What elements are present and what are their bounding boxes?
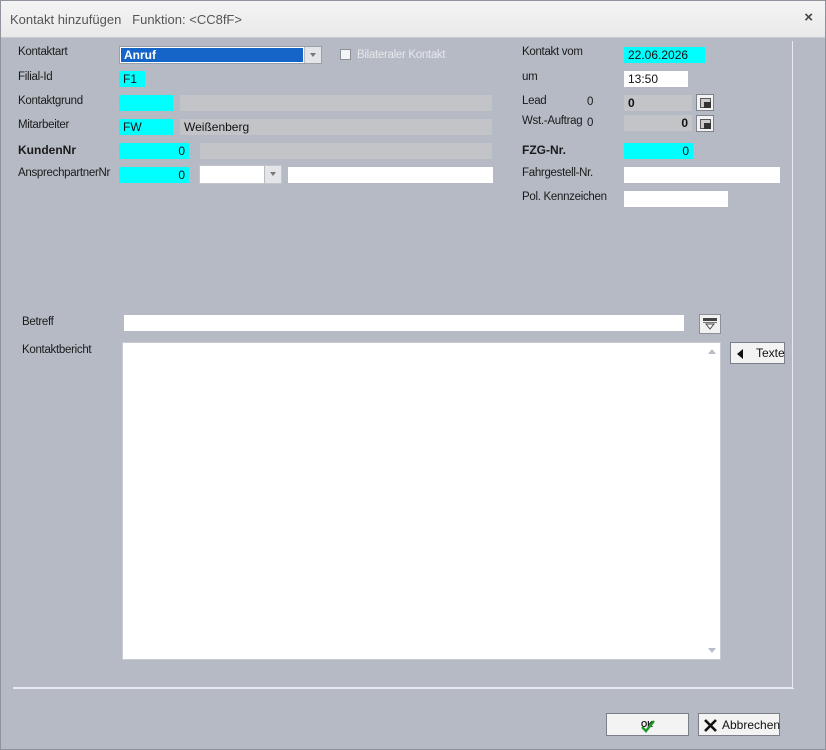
filial-field[interactable]: F1	[119, 71, 145, 87]
scroll-up-icon[interactable]	[708, 349, 716, 354]
betreff-field[interactable]	[124, 315, 684, 331]
lead-number: 0	[587, 96, 594, 108]
texte-button[interactable]: Texte	[730, 342, 785, 364]
kennzeichen-field[interactable]	[624, 191, 728, 207]
filial-label: Filial-Id	[18, 71, 53, 83]
um-label: um	[522, 71, 538, 83]
fahrgestell-field[interactable]	[624, 167, 780, 183]
scroll-down-icon[interactable]	[708, 648, 716, 653]
fzg-field[interactable]: 0	[624, 143, 693, 159]
kontakt-vom-label: Kontakt vom	[522, 46, 583, 58]
arrow-left-icon	[737, 349, 743, 359]
mitarbeiter-label: Mitarbeiter	[18, 119, 70, 131]
kontaktgrund-label: Kontaktgrund	[18, 95, 83, 107]
kontaktgrund-code-field[interactable]	[119, 95, 173, 111]
kundennr-name-field	[200, 143, 492, 159]
cancel-button-label: Abbrechen	[722, 717, 781, 732]
window-title: Kontakt hinzufügen Funktion: <CC8fF>	[10, 12, 242, 27]
kontaktbericht-textarea[interactable]	[122, 342, 721, 660]
fahrgestell-label: Fahrgestell-Nr.	[522, 167, 593, 179]
ansprechpartner-text-field[interactable]	[288, 167, 493, 183]
chevron-down-icon[interactable]	[304, 47, 321, 63]
footer-separator	[13, 688, 794, 689]
wst-auftrag-number: 0	[587, 117, 594, 129]
close-icon[interactable]: ×	[804, 9, 813, 26]
betreff-label: Betreff	[22, 316, 54, 328]
bilateral-checkbox[interactable]	[340, 49, 351, 60]
lead-field[interactable]: 0	[624, 95, 692, 111]
wst-auftrag-lookup-icon[interactable]	[696, 115, 714, 132]
title-bar[interactable]: Kontakt hinzufügen Funktion: <CC8fF> ×	[1, 1, 825, 38]
kennzeichen-label: Pol. Kennzeichen	[522, 191, 607, 203]
fzg-label: FZG-Nr.	[522, 143, 566, 157]
ok-button[interactable]: OK	[606, 713, 689, 736]
lead-lookup-icon[interactable]	[696, 94, 714, 111]
check-icon	[641, 720, 655, 733]
kontaktart-label: Kontaktart	[18, 46, 68, 58]
dialog-window: Kontakt hinzufügen Funktion: <CC8fF> × K…	[0, 0, 826, 750]
ansprechpartner-select[interactable]	[199, 165, 282, 184]
close-x-icon	[704, 719, 717, 732]
mitarbeiter-code-field[interactable]: FW	[119, 119, 173, 135]
texte-button-label: Texte	[756, 346, 785, 360]
kundennr-label: KundenNr	[18, 143, 76, 157]
kontaktart-select[interactable]: Anruf	[119, 46, 322, 64]
wst-auftrag-field[interactable]: 0	[624, 115, 692, 131]
kontakt-vom-field[interactable]: 22.06.2026	[624, 47, 705, 63]
ansprechpartner-field[interactable]: 0	[119, 167, 189, 183]
kontaktart-value: Anruf	[121, 48, 303, 62]
kontaktgrund-text-field	[180, 95, 492, 111]
chevron-down-icon[interactable]	[264, 166, 281, 183]
kundennr-field[interactable]: 0	[119, 143, 189, 159]
lead-label: Lead	[522, 95, 547, 107]
list-dropdown-icon	[703, 318, 717, 330]
wst-auftrag-label: Wst.-Auftrag	[522, 115, 583, 127]
bilateral-label: Bilateraler Kontakt	[357, 49, 446, 61]
kontaktbericht-scrollbar[interactable]	[704, 343, 720, 659]
cancel-button[interactable]: Abbrechen	[698, 713, 780, 736]
ansprechpartner-label: AnsprechpartnerNr	[18, 167, 111, 179]
kontaktbericht-label: Kontaktbericht	[22, 344, 92, 356]
um-field[interactable]: 13:50	[624, 71, 688, 87]
mitarbeiter-name-field: Weißenberg	[180, 119, 492, 135]
betreff-list-button[interactable]	[699, 314, 721, 334]
